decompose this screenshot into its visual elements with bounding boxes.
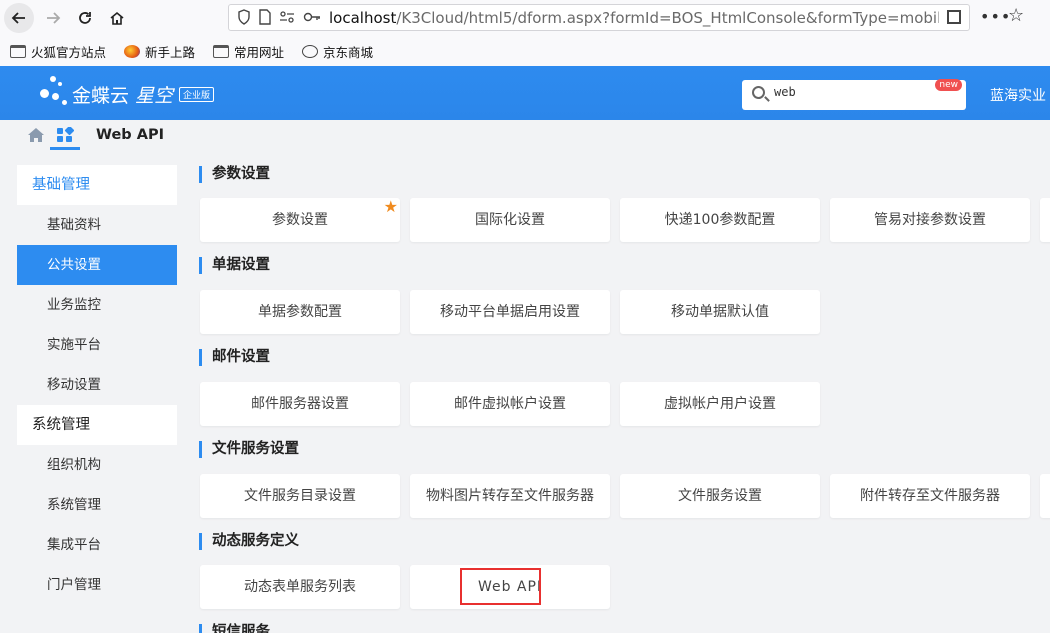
bookmark-label: 新手上路 (145, 44, 196, 60)
globe-icon (302, 44, 319, 58)
tab-bar: Web API (0, 120, 1050, 150)
card-parameter-settings[interactable]: 参数设置 ★ (200, 198, 400, 242)
bookmark-item[interactable]: 火狐官方站点 (10, 42, 106, 61)
search-input[interactable] (774, 85, 934, 99)
url-text[interactable]: localhost/K3Cloud/html5/dform.aspx?formI… (329, 9, 939, 27)
card-bill-params[interactable]: 单据参数配置 (200, 290, 400, 334)
logo-main: 金蝶云 (72, 84, 130, 107)
card-partial[interactable] (1040, 474, 1050, 518)
card-virtual-account-user[interactable]: 虚拟帐户用户设置 (620, 382, 820, 426)
bookmark-label: 常用网址 (234, 44, 285, 60)
card-partial[interactable] (1040, 198, 1050, 242)
bookmark-star-icon[interactable]: ☆ (1008, 5, 1024, 26)
favorite-star-icon[interactable]: ★ (384, 198, 398, 216)
logo-sub: 星空 (135, 84, 174, 107)
section-title: 短信服务 (199, 624, 270, 633)
card-dynamic-form-service-list[interactable]: 动态表单服务列表 (200, 565, 400, 609)
shield-icon[interactable] (237, 9, 251, 25)
card-file-service-dir[interactable]: 文件服务目录设置 (200, 474, 400, 518)
folder-icon (213, 44, 230, 58)
qr-code-icon[interactable] (947, 10, 961, 24)
bookmark-item[interactable]: 常用网址 (213, 42, 284, 61)
arrow-left-icon (11, 12, 25, 24)
section-title: 参数设置 (199, 166, 270, 183)
url-icons (237, 9, 321, 25)
card-guanyi-params[interactable]: 管易对接参数设置 (830, 198, 1030, 242)
card-mail-server[interactable]: 邮件服务器设置 (200, 382, 400, 426)
back-button[interactable] (4, 3, 34, 33)
reload-icon (79, 12, 91, 24)
card-file-service-settings[interactable]: 文件服务设置 (620, 474, 820, 518)
sidebar-item-public-settings[interactable]: 公共设置 (17, 245, 177, 285)
page-icon[interactable] (259, 9, 271, 25)
firefox-icon (124, 44, 141, 58)
bookmark-item[interactable]: 京东商城 (302, 42, 373, 61)
new-badge: new (935, 79, 962, 91)
card-internationalization[interactable]: 国际化设置 (410, 198, 610, 242)
bookmark-label: 火狐官方站点 (31, 44, 107, 60)
sidebar-item-implementation-platform[interactable]: 实施平台 (17, 325, 177, 365)
sidebar-group-basic-management[interactable]: 基础管理 (17, 165, 177, 205)
bookmark-item[interactable]: 新手上路 (124, 42, 195, 61)
sidebar-item-system-management[interactable]: 系统管理 (17, 485, 177, 525)
card-mail-virtual-account[interactable]: 邮件虚拟帐户设置 (410, 382, 610, 426)
browser-toolbar: localhost/K3Cloud/html5/dform.aspx?formI… (0, 0, 1050, 36)
sidebar: 基础管理 基础资料 公共设置 业务监控 实施平台 移动设置 系统管理 组织机构 … (17, 165, 177, 605)
url-path: /K3Cloud/html5/dform.aspx?formId=BOS_Htm… (396, 9, 939, 27)
section-title: 邮件设置 (199, 349, 270, 366)
company-name[interactable]: 蓝海实业 (990, 85, 1046, 105)
address-bar[interactable]: localhost/K3Cloud/html5/dform.aspx?formI… (228, 4, 970, 31)
section-title: 单据设置 (199, 257, 270, 274)
sidebar-item-business-monitor[interactable]: 业务监控 (17, 285, 177, 325)
bookmark-label: 京东商城 (323, 44, 374, 60)
sidebar-item-integration-platform[interactable]: 集成平台 (17, 525, 177, 565)
apps-grid-icon[interactable] (56, 127, 74, 143)
card-material-image-transfer[interactable]: 物料图片转存至文件服务器 (410, 474, 610, 518)
logo[interactable]: 金蝶云 星空 企业版 (40, 76, 215, 112)
main-content: 参数设置 参数设置 ★ 国际化设置 快递100参数配置 管易对接参数设置 单据设… (199, 160, 1050, 633)
bookmarks-bar: 火狐官方站点 新手上路 常用网址 京东商城 (0, 36, 1050, 66)
sidebar-item-mobile-settings[interactable]: 移动设置 (17, 365, 177, 405)
card-express100-config[interactable]: 快递100参数配置 (620, 198, 820, 242)
reload-button[interactable] (72, 5, 98, 31)
logo-mark-icon (40, 76, 70, 112)
permissions-icon[interactable] (279, 9, 295, 25)
home-icon (110, 11, 124, 25)
app-header: 金蝶云 星空 企业版 new 蓝海实业 (0, 66, 1050, 120)
sidebar-item-organization[interactable]: 组织机构 (17, 445, 177, 485)
section-title: 动态服务定义 (199, 533, 299, 550)
folder-icon (10, 44, 26, 58)
sidebar-item-basic-data[interactable]: 基础资料 (17, 205, 177, 245)
forward-button[interactable] (40, 5, 66, 31)
search-icon[interactable] (752, 86, 765, 99)
sidebar-item-portal-management[interactable]: 门户管理 (17, 565, 177, 605)
active-tab-indicator (50, 147, 80, 150)
sidebar-group-system-management[interactable]: 系统管理 (17, 405, 177, 445)
key-icon[interactable] (303, 9, 321, 25)
card-label: 参数设置 (272, 212, 328, 228)
card-attachment-transfer[interactable]: 附件转存至文件服务器 (830, 474, 1030, 518)
search-box[interactable]: new (742, 79, 966, 110)
more-options-button[interactable]: ••• (980, 7, 1011, 26)
url-host: localhost (329, 9, 397, 27)
section-title: 文件服务设置 (199, 441, 299, 458)
card-mobile-bill-enable[interactable]: 移动平台单据启用设置 (410, 290, 610, 334)
home-tab-icon[interactable] (27, 127, 45, 143)
home-button[interactable] (104, 5, 130, 31)
arrow-right-icon (47, 12, 61, 24)
tab-title[interactable]: Web API (96, 127, 164, 143)
card-mobile-bill-defaults[interactable]: 移动单据默认值 (620, 290, 820, 334)
logo-edition-badge: 企业版 (179, 86, 215, 102)
highlight-box (460, 568, 541, 605)
